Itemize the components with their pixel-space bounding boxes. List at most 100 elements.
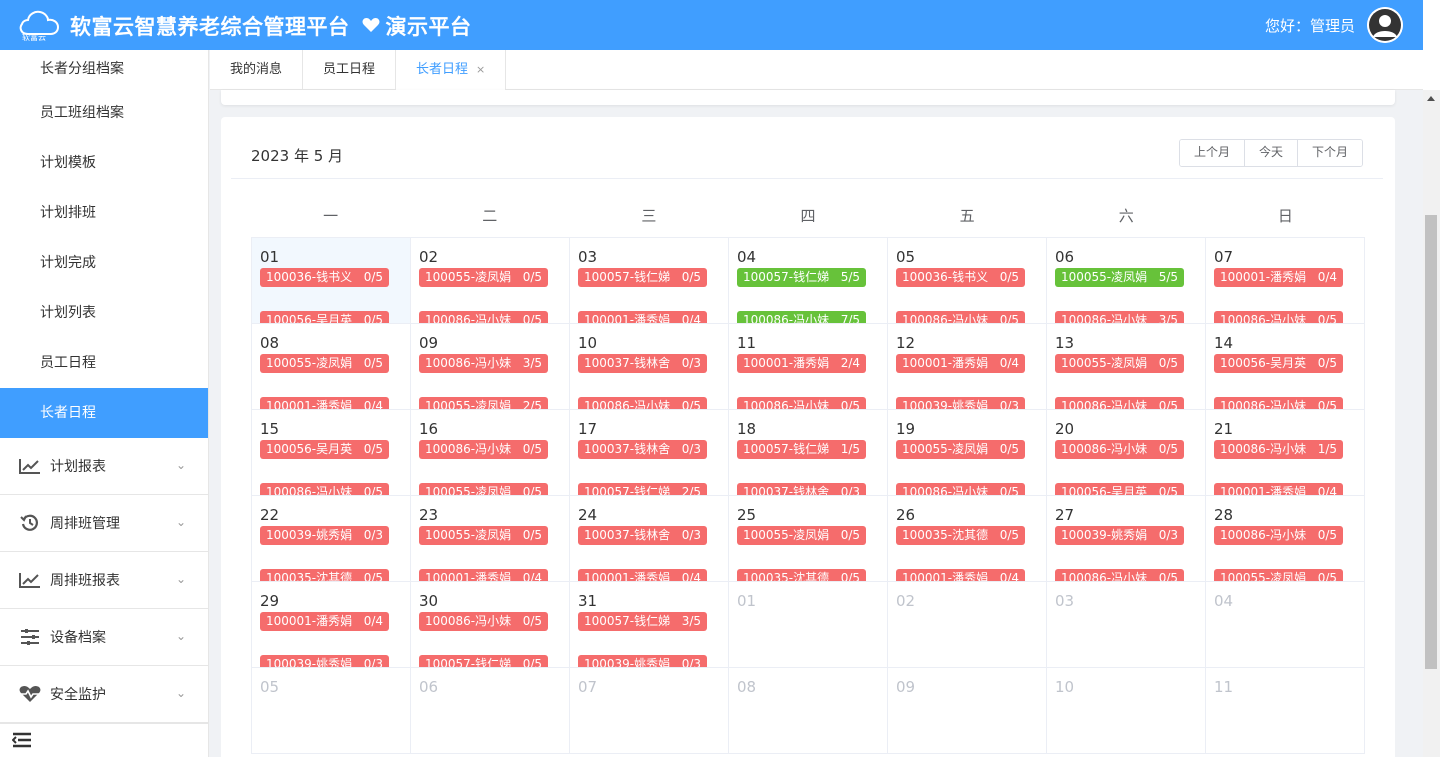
- schedule-event-chip[interactable]: 100086-冯小妹 0/5: [896, 483, 1025, 495]
- today-button[interactable]: 今天: [1244, 140, 1298, 166]
- calendar-day-cell[interactable]: 17 100037-钱林舍 0/3 100057-钱仁娣 2/5: [570, 410, 729, 496]
- schedule-event-chip[interactable]: 100055-凌凤娟 0/5: [1214, 569, 1343, 581]
- calendar-day-cell[interactable]: 22 100039-姚秀娟 0/3 100035-沈其德 0/5: [252, 496, 411, 582]
- calendar-day-cell[interactable]: 01 100036-钱书义 0/5 100056-吴月英 0/5: [252, 238, 411, 324]
- schedule-event-chip[interactable]: 100086-冯小妹 0/5: [1055, 440, 1184, 459]
- schedule-event-chip[interactable]: 100086-冯小妹 0/5: [260, 483, 389, 495]
- schedule-event-chip[interactable]: 100057-钱仁娣 0/5: [578, 268, 707, 287]
- schedule-event-chip[interactable]: 100036-钱书义 0/5: [260, 268, 389, 287]
- calendar-day-cell[interactable]: 30 100086-冯小妹 0/5 100057-钱仁娣 0/5: [411, 582, 570, 668]
- calendar-day-cell[interactable]: 05: [252, 668, 411, 754]
- calendar-day-cell[interactable]: 12 100001-潘秀娟 0/4 100039-姚秀娟 0/3: [888, 324, 1047, 410]
- calendar-day-cell[interactable]: 09: [888, 668, 1047, 754]
- schedule-event-chip[interactable]: 100057-钱仁娣 5/5: [737, 268, 866, 287]
- schedule-event-chip[interactable]: 100035-沈其德 0/5: [737, 569, 866, 581]
- schedule-event-chip[interactable]: 100086-冯小妹 3/5: [419, 354, 548, 373]
- schedule-event-chip[interactable]: 100001-潘秀娟 0/4: [1214, 483, 1343, 495]
- calendar-day-cell[interactable]: 02 100055-凌凤娟 0/5 100086-冯小妹 0/5: [411, 238, 570, 324]
- schedule-event-chip[interactable]: 100001-潘秀娟 0/4: [260, 397, 389, 409]
- sidebar-item-staff-group-archive[interactable]: 员工班组档案: [0, 88, 208, 138]
- calendar-day-cell[interactable]: 13 100055-凌凤娟 0/5 100086-冯小妹 0/5: [1047, 324, 1206, 410]
- prev-month-button[interactable]: 上个月: [1179, 140, 1245, 166]
- schedule-event-chip[interactable]: 100039-姚秀娟 0/3: [260, 655, 389, 667]
- sidebar-group-plan-report[interactable]: 计划报表 ⌄: [0, 438, 208, 495]
- page-scrollbar[interactable]: [1423, 0, 1440, 757]
- schedule-event-chip[interactable]: 100039-姚秀娟 0/3: [896, 397, 1025, 409]
- schedule-event-chip[interactable]: 100001-潘秀娟 0/4: [896, 569, 1025, 581]
- schedule-event-chip[interactable]: 100055-凌凤娟 0/5: [419, 483, 548, 495]
- calendar-day-cell[interactable]: 02: [888, 582, 1047, 668]
- schedule-event-chip[interactable]: 100057-钱仁娣 3/5: [578, 612, 707, 631]
- sidebar-group-safety-monitor[interactable]: 安全监护 ⌄: [0, 666, 208, 723]
- schedule-event-chip[interactable]: 100056-吴月英 0/5: [260, 311, 389, 323]
- schedule-event-chip[interactable]: 100039-姚秀娟 0/3: [260, 526, 389, 545]
- scroll-up-arrow-icon[interactable]: [1427, 96, 1435, 101]
- schedule-event-chip[interactable]: 100001-潘秀娟 2/4: [737, 354, 866, 373]
- schedule-event-chip[interactable]: 100086-冯小妹 0/5: [737, 397, 866, 409]
- collapse-menu-icon[interactable]: [11, 732, 32, 752]
- schedule-event-chip[interactable]: 100086-冯小妹 0/5: [1055, 569, 1184, 581]
- schedule-event-chip[interactable]: 100035-沈其德 0/5: [896, 526, 1025, 545]
- schedule-event-chip[interactable]: 100037-钱林舍 0/3: [578, 440, 707, 459]
- calendar-day-cell[interactable]: 19 100055-凌凤娟 0/5 100086-冯小妹 0/5: [888, 410, 1047, 496]
- tab-elder-schedule[interactable]: 长者日程 ×: [396, 50, 507, 91]
- schedule-event-chip[interactable]: 100056-吴月英 0/5: [1214, 354, 1343, 373]
- schedule-event-chip[interactable]: 100035-沈其德 0/5: [260, 569, 389, 581]
- calendar-day-cell[interactable]: 08: [729, 668, 888, 754]
- tab-staff-schedule[interactable]: 员工日程: [303, 50, 397, 90]
- calendar-day-cell[interactable]: 04 100057-钱仁娣 5/5 100086-冯小妹 7/5: [729, 238, 888, 324]
- schedule-event-chip[interactable]: 100056-吴月英 0/5: [260, 440, 389, 459]
- schedule-event-chip[interactable]: 100055-凌凤娟 0/5: [260, 354, 389, 373]
- schedule-event-chip[interactable]: 100001-潘秀娟 0/4: [578, 311, 707, 323]
- schedule-event-chip[interactable]: 100001-潘秀娟 0/4: [1214, 268, 1343, 287]
- calendar-day-cell[interactable]: 24 100037-钱林舍 0/3 100001-潘秀娟 0/4: [570, 496, 729, 582]
- tab-my-messages[interactable]: 我的消息: [210, 50, 304, 90]
- schedule-event-chip[interactable]: 100086-冯小妹 1/5: [1214, 440, 1343, 459]
- schedule-event-chip[interactable]: 100036-钱书义 0/5: [896, 268, 1025, 287]
- schedule-event-chip[interactable]: 100037-钱林舍 0/3: [578, 354, 707, 373]
- sidebar-group-weekly-schedule-report[interactable]: 周排班报表 ⌄: [0, 552, 208, 609]
- schedule-event-chip[interactable]: 100055-凌凤娟 0/5: [737, 526, 866, 545]
- schedule-event-chip[interactable]: 100055-凌凤娟 0/5: [419, 268, 548, 287]
- schedule-event-chip[interactable]: 100086-冯小妹 0/5: [1055, 397, 1184, 409]
- schedule-event-chip[interactable]: 100055-凌凤娟 2/5: [419, 397, 548, 409]
- schedule-event-chip[interactable]: 100055-凌凤娟 0/5: [1055, 354, 1184, 373]
- schedule-event-chip[interactable]: 100086-冯小妹 0/5: [1214, 311, 1343, 323]
- schedule-event-chip[interactable]: 100055-凌凤娟 0/5: [419, 526, 548, 545]
- calendar-day-cell[interactable]: 09 100086-冯小妹 3/5 100055-凌凤娟 2/5: [411, 324, 570, 410]
- sidebar-item-plan-schedule[interactable]: 计划排班: [0, 188, 208, 238]
- calendar-day-cell[interactable]: 08 100055-凌凤娟 0/5 100001-潘秀娟 0/4: [252, 324, 411, 410]
- schedule-event-chip[interactable]: 100057-钱仁娣 2/5: [578, 483, 707, 495]
- calendar-day-cell[interactable]: 01: [729, 582, 888, 668]
- calendar-day-cell[interactable]: 20 100086-冯小妹 0/5 100056-吴月英 0/5: [1047, 410, 1206, 496]
- calendar-day-cell[interactable]: 14 100056-吴月英 0/5 100086-冯小妹 0/5: [1206, 324, 1365, 410]
- calendar-day-cell[interactable]: 11: [1206, 668, 1365, 754]
- schedule-event-chip[interactable]: 100001-潘秀娟 0/4: [260, 612, 389, 631]
- user-avatar[interactable]: [1367, 7, 1403, 43]
- scrollbar-thumb[interactable]: [1425, 215, 1437, 669]
- schedule-event-chip[interactable]: 100001-潘秀娟 0/4: [419, 569, 548, 581]
- calendar-day-cell[interactable]: 06: [411, 668, 570, 754]
- sidebar-item-plan-list[interactable]: 计划列表: [0, 288, 208, 338]
- schedule-event-chip[interactable]: 100057-钱仁娣 0/5: [419, 655, 548, 667]
- schedule-event-chip[interactable]: 100086-冯小妹 0/5: [578, 397, 707, 409]
- calendar-day-cell[interactable]: 07 100001-潘秀娟 0/4 100086-冯小妹 0/5: [1206, 238, 1365, 324]
- schedule-event-chip[interactable]: 100039-姚秀娟 0/3: [578, 655, 707, 667]
- schedule-event-chip[interactable]: 100086-冯小妹 0/5: [419, 440, 548, 459]
- schedule-event-chip[interactable]: 100039-姚秀娟 0/3: [1055, 526, 1184, 545]
- calendar-day-cell[interactable]: 26 100035-沈其德 0/5 100001-潘秀娟 0/4: [888, 496, 1047, 582]
- schedule-event-chip[interactable]: 100086-冯小妹 0/5: [419, 612, 548, 631]
- sidebar-item-elder-schedule[interactable]: 长者日程: [0, 388, 208, 438]
- calendar-day-cell[interactable]: 25 100055-凌凤娟 0/5 100035-沈其德 0/5: [729, 496, 888, 582]
- schedule-event-chip[interactable]: 100086-冯小妹 0/5: [896, 311, 1025, 323]
- calendar-day-cell[interactable]: 10 100037-钱林舍 0/3 100086-冯小妹 0/5: [570, 324, 729, 410]
- sidebar-item-staff-schedule[interactable]: 员工日程: [0, 338, 208, 388]
- close-icon[interactable]: ×: [476, 63, 485, 76]
- calendar-day-cell[interactable]: 05 100036-钱书义 0/5 100086-冯小妹 0/5: [888, 238, 1047, 324]
- sidebar-item-elder-group-archive[interactable]: 长者分组档案: [0, 50, 208, 88]
- calendar-day-cell[interactable]: 16 100086-冯小妹 0/5 100055-凌凤娟 0/5: [411, 410, 570, 496]
- calendar-day-cell[interactable]: 10: [1047, 668, 1206, 754]
- schedule-event-chip[interactable]: 100086-冯小妹 0/5: [1214, 526, 1343, 545]
- schedule-event-chip[interactable]: 100086-冯小妹 0/5: [419, 311, 548, 323]
- schedule-event-chip[interactable]: 100056-吴月英 0/5: [1055, 483, 1184, 495]
